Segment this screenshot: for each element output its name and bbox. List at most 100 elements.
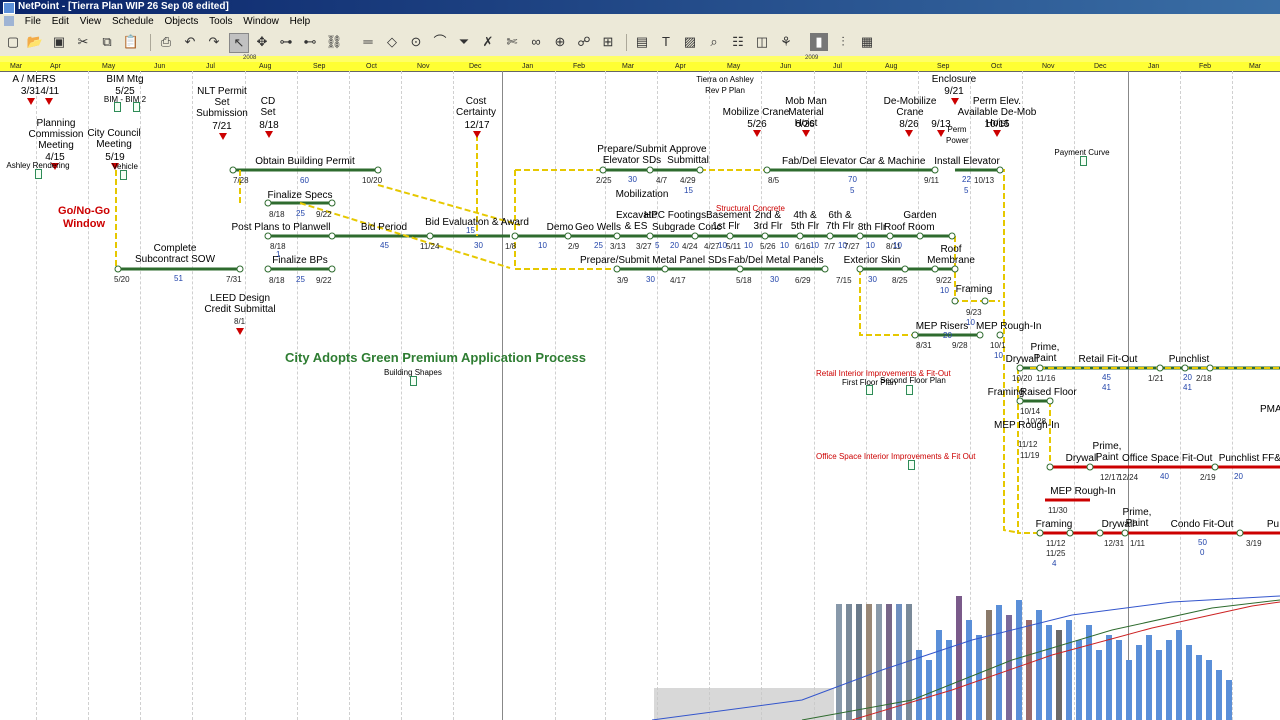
- activity-start: 5/26: [760, 242, 776, 251]
- activity-label[interactable]: MEP Rough-In: [1050, 486, 1116, 497]
- activity-start: 12/24: [1118, 473, 1139, 482]
- activity-end: 11/19: [1020, 451, 1040, 460]
- activity-label[interactable]: Retail Fit-Out: [1078, 354, 1138, 365]
- histogram-bar: [1206, 660, 1212, 720]
- histogram-bar: [836, 604, 842, 720]
- activity-start: 10/20: [1012, 374, 1033, 383]
- activity-label[interactable]: Fab/Del Metal Panels: [728, 255, 824, 266]
- milestone-marker[interactable]: [45, 98, 53, 105]
- activity-duration: 70: [848, 175, 857, 184]
- milestone-marker[interactable]: [265, 131, 273, 138]
- activity-label[interactable]: Basement 1st Flr: [706, 210, 751, 232]
- note-box[interactable]: [120, 170, 127, 180]
- activity-label[interactable]: Exterior Skin: [842, 255, 902, 266]
- activity-end: 9/22: [316, 210, 332, 219]
- activity-duration: 45: [1102, 373, 1111, 382]
- milestone-marker[interactable]: [905, 130, 913, 137]
- activity-start: 9/11: [924, 176, 939, 185]
- milestone-date: 3/314/11: [20, 86, 60, 97]
- histogram-bar: [936, 630, 942, 720]
- activity-label[interactable]: 6th & 7th Flr: [824, 210, 856, 232]
- activity-label[interactable]: FF&: [1262, 453, 1280, 464]
- activity-label[interactable]: Punchlist: [1164, 354, 1214, 365]
- activity-label[interactable]: Punchlist: [1216, 453, 1262, 464]
- milestone-marker[interactable]: [473, 131, 481, 138]
- activity-label[interactable]: MEP Rough-In: [976, 321, 1041, 332]
- note-box[interactable]: [866, 385, 873, 395]
- activity-label[interactable]: Garden: [900, 210, 940, 221]
- activity-label[interactable]: 2nd & 3rd Flr: [752, 210, 784, 232]
- histogram-bar: [1056, 630, 1062, 720]
- note-box[interactable]: [35, 169, 42, 179]
- activity-label[interactable]: Framing: [954, 284, 994, 295]
- activity-label[interactable]: 4th & 5th Flr: [790, 210, 820, 232]
- activity-label[interactable]: Bid Period: [356, 222, 412, 233]
- activity-start: 7/7: [824, 242, 836, 251]
- structural-concrete-label: Structural Concrete: [716, 204, 785, 213]
- activity-label[interactable]: MEP Rough-In: [994, 420, 1059, 431]
- activity-label[interactable]: Demo: [546, 222, 574, 233]
- milestone-marker[interactable]: [219, 133, 227, 140]
- activity-label[interactable]: Framing: [1034, 519, 1074, 530]
- milestone-label: BIM Mtg: [106, 74, 144, 85]
- activity-label[interactable]: Mobilization: [614, 189, 670, 200]
- activity-label[interactable]: Prime, Paint: [1030, 342, 1060, 364]
- activity-start: 3/27: [636, 242, 652, 251]
- activity-label[interactable]: Prime, Paint: [1120, 507, 1154, 529]
- activity-label[interactable]: Fab/Del Elevator Car & Machine: [782, 156, 925, 167]
- activity-duration: 20: [1234, 472, 1243, 481]
- note-box[interactable]: [908, 460, 915, 470]
- activity-label[interactable]: Roof Membrane: [926, 244, 976, 266]
- city-adopts-label: City Adopts Green Premium Application Pr…: [285, 350, 586, 365]
- activity-end: 4/29: [680, 176, 696, 185]
- activity-label[interactable]: Raised Floor: [1020, 387, 1077, 398]
- note-box[interactable]: [133, 102, 140, 112]
- activity-label[interactable]: Install Elevator: [934, 156, 1000, 167]
- activity-label[interactable]: Geo Wells: [574, 222, 622, 233]
- histogram-bar: [1146, 635, 1152, 720]
- milestone-marker[interactable]: [753, 130, 761, 137]
- activity-label[interactable]: Finalize Specs: [262, 190, 338, 201]
- note-box[interactable]: [114, 102, 121, 112]
- histogram-bar: [1106, 635, 1112, 720]
- milestone-label: A / MERS: [12, 74, 56, 85]
- activity-label[interactable]: Complete Subcontract SOW: [130, 243, 220, 265]
- activity-start: 9/23: [966, 308, 982, 317]
- milestone-marker[interactable]: [27, 98, 35, 105]
- histogram-bar: [976, 635, 982, 720]
- activity-label[interactable]: Approve Submittal: [664, 144, 712, 166]
- activity-label[interactable]: LEED Design Credit Submittal: [200, 293, 280, 315]
- activity-label[interactable]: Prime, Paint: [1090, 441, 1124, 463]
- activity-start: 4/7: [656, 176, 668, 185]
- activity-start: 8/5: [768, 176, 780, 185]
- activity-label[interactable]: MEP Risers: [914, 321, 970, 332]
- activity-label[interactable]: Subgrade Conc: [652, 222, 722, 233]
- milestone-marker[interactable]: [993, 130, 1001, 137]
- histogram-bar: [1026, 620, 1032, 720]
- activity-label[interactable]: HPC Footings: [640, 210, 710, 221]
- activity-label[interactable]: Roof Room: [884, 222, 935, 233]
- histogram-bar: [1156, 650, 1162, 720]
- milestone-note: Tierra on Ashley Rev P Plan: [696, 75, 754, 95]
- milestone-marker[interactable]: [937, 130, 945, 137]
- milestone-marker[interactable]: [802, 130, 810, 137]
- office-interior-label: Office Space Interior Improvements & Fit…: [816, 452, 976, 461]
- note-box[interactable]: [906, 385, 913, 395]
- activity-label[interactable]: Prepare/Submit Metal Panel SDs: [580, 255, 727, 266]
- activity-start: 5/18: [736, 276, 752, 285]
- activity-label[interactable]: Post Plans to Planwell: [228, 222, 334, 233]
- note-box[interactable]: [1080, 156, 1087, 166]
- activity-start: 8/31: [916, 341, 932, 350]
- milestone-marker[interactable]: [236, 328, 244, 335]
- activity-label[interactable]: Pu: [1266, 519, 1280, 530]
- activity-duration: 22: [962, 175, 971, 184]
- activity-start: 11/30: [1048, 506, 1068, 515]
- activity-label[interactable]: Office Space Fit-Out: [1122, 453, 1212, 464]
- activity-label[interactable]: Obtain Building Permit: [250, 156, 360, 167]
- activity-label[interactable]: Prepare/Submit Elevator SDs: [592, 144, 672, 166]
- activity-label[interactable]: Finalize BPs: [268, 255, 332, 266]
- activity-label[interactable]: Bid Evaluation & Award: [425, 217, 529, 228]
- activity-label[interactable]: Condo Fit-Out: [1170, 519, 1234, 530]
- note-box[interactable]: [410, 376, 417, 386]
- milestone-label: Planning Commission Meeting: [28, 118, 84, 151]
